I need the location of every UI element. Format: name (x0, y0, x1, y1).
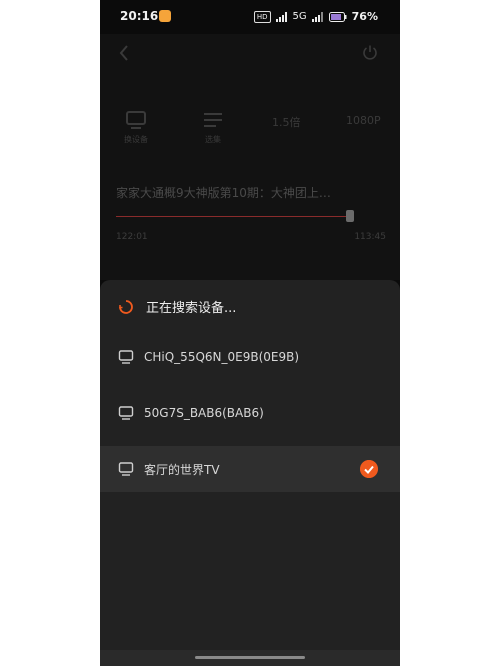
control-label: 1.5倍 (272, 116, 301, 129)
player-background: 换设备 选集 1.5倍 1080P 家家大通概9大神版第10期：大神团上… 12… (100, 34, 400, 280)
signal-icon-2 (311, 11, 323, 22)
battery-percent: 76% (351, 10, 378, 23)
control-episodes[interactable]: 选集 (202, 110, 224, 145)
device-name: 50G7S_BAB6(BAB6) (144, 406, 264, 420)
device-row-chiq[interactable]: CHiQ_55Q6N_0E9B(0E9B) (100, 334, 400, 380)
progress-knob[interactable] (346, 210, 354, 222)
tv-icon (118, 462, 134, 476)
control-label: 选集 (205, 135, 221, 144)
device-row-living-room-tv[interactable]: 客厅的世界TV (100, 446, 400, 492)
signal-icon (275, 11, 287, 22)
control-switch-device[interactable]: 换设备 (124, 110, 148, 145)
searching-row: 正在搜索设备... (118, 297, 236, 316)
control-speed[interactable]: 1.5倍 (272, 114, 301, 130)
tv-icon (126, 111, 146, 129)
hd-badge: HD (253, 10, 271, 23)
check-icon (360, 460, 378, 478)
tv-icon (118, 350, 134, 364)
device-name: CHiQ_55Q6N_0E9B(0E9B) (144, 350, 300, 364)
device-row-50g7s[interactable]: 50G7S_BAB6(BAB6) (100, 390, 400, 436)
video-title: 家家大通概9大神版第10期：大神团上… (116, 186, 331, 200)
control-label: 换设备 (124, 135, 148, 144)
searching-text: 正在搜索设备... (146, 301, 237, 316)
episodes-icon (204, 113, 222, 127)
tv-icon (118, 406, 134, 420)
progress-fill (116, 216, 350, 217)
device-sheet: 正在搜索设备... CHiQ_55Q6N_0E9B(0E9B) 50G7S_BA… (100, 280, 400, 666)
status-time: 20:16 (120, 9, 159, 23)
loading-spinner-icon (119, 299, 133, 314)
status-right-group: HD 5G 76% (253, 10, 378, 23)
network-type: 5G (292, 11, 307, 22)
power-icon[interactable] (362, 44, 378, 60)
battery-icon (328, 11, 347, 22)
home-indicator[interactable] (195, 656, 305, 659)
back-arrow-icon[interactable] (118, 44, 130, 62)
total-time: 113:45 (354, 232, 386, 242)
phone-screen: 20:16 HD 5G 76% 换设备 选集 1.5倍 1080P 家家大通概9… (100, 0, 400, 666)
status-bar: 20:16 HD 5G 76% (100, 0, 400, 34)
control-label: 1080P (346, 114, 381, 127)
device-name: 客厅的世界TV (144, 462, 220, 477)
app-notification-icon (159, 10, 171, 22)
control-quality[interactable]: 1080P (346, 114, 381, 127)
current-time: 122:01 (116, 232, 148, 242)
